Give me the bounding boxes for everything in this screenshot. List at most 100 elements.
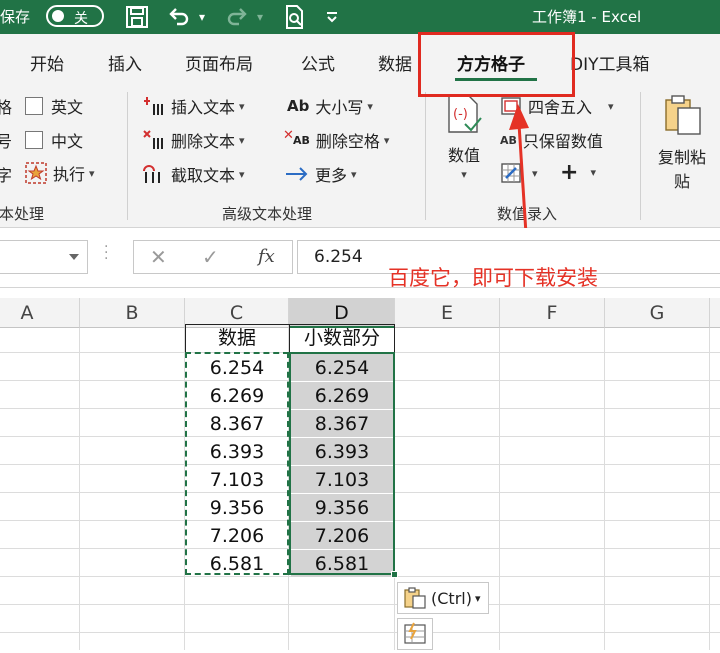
insert-text-button[interactable]: 插入文本 ▾: [143, 94, 245, 118]
column-header-f[interactable]: F: [500, 298, 605, 328]
chevron-down-icon: ▾: [351, 167, 357, 181]
save-icon[interactable]: [122, 3, 152, 31]
case-label: 大小写: [315, 98, 364, 117]
numeric-button[interactable]: (-) 数值 ▾: [445, 94, 483, 181]
group-separator: [640, 92, 641, 220]
autosave-toggle[interactable]: 关: [46, 5, 104, 27]
column-header-a[interactable]: A: [0, 298, 80, 328]
insert-function-icon[interactable]: fx: [258, 246, 275, 267]
plus-button[interactable]: + ▾: [560, 160, 596, 185]
toggle-knob: [52, 10, 64, 22]
grid-line: [0, 632, 720, 633]
fill-handle[interactable]: [391, 571, 398, 578]
tab-insert[interactable]: 插入: [108, 50, 142, 75]
ribbon-panel: 格 号 字 英文 中文 执行 ▾ 文本处理 插入文本 ▾ 删除文本 ▾ 截取: [0, 86, 720, 228]
chevron-down-icon: ▾: [89, 166, 95, 180]
delete-text-button[interactable]: 删除文本 ▾: [143, 128, 245, 152]
column-header-e[interactable]: E: [395, 298, 500, 328]
group-separator: [425, 92, 426, 220]
extract-text-button[interactable]: 截取文本 ▾: [143, 162, 245, 186]
partial-item-1[interactable]: 格: [0, 94, 12, 118]
tab-page-layout[interactable]: 页面布局: [185, 50, 253, 75]
autosave-state: 关: [74, 11, 88, 27]
delete-spaces-label: 删除空格: [315, 132, 380, 151]
delete-text-icon: [143, 129, 165, 151]
more-button[interactable]: 更多 ▾: [285, 162, 357, 186]
partial-item-2[interactable]: 号: [0, 128, 12, 152]
checkbox-chinese-label: 中文: [51, 132, 84, 151]
title-bar: 自动保存 关 ▾ ▾ 工作簿1 - Excel: [0, 0, 720, 34]
column-header-b[interactable]: B: [80, 298, 185, 328]
cancel-icon[interactable]: ✕: [150, 245, 167, 269]
undo-icon[interactable]: [164, 3, 194, 31]
chevron-down-icon: ▾: [461, 168, 467, 181]
formula-value: 6.254: [314, 247, 363, 267]
grid-line: [709, 328, 710, 650]
checkbox-chinese[interactable]: 中文: [25, 128, 83, 152]
insert-text-icon: [143, 95, 165, 117]
insert-text-label: 插入文本: [171, 98, 236, 117]
grid-line: [79, 328, 80, 650]
chevron-down-icon: ▾: [383, 133, 390, 147]
group-label-advanced-text: 高级文本处理: [222, 205, 313, 223]
selection-range: [289, 352, 395, 575]
checkbox-english[interactable]: 英文: [25, 94, 83, 118]
grid-line: [0, 604, 720, 605]
more-label: 更多: [315, 166, 348, 185]
chevron-down-icon: ▾: [474, 591, 481, 605]
delete-spaces-icon-text: AB: [293, 133, 310, 147]
tab-data[interactable]: 数据: [378, 50, 412, 75]
checkbox-box[interactable]: [25, 131, 43, 149]
case-button[interactable]: Ab 大小写 ▾: [287, 94, 373, 118]
copy-paste-label-2: 贴: [674, 172, 691, 191]
grid-line: [499, 328, 500, 650]
delete-spaces-button[interactable]: ✕ AB 删除空格 ▾: [283, 127, 390, 152]
clipboard-icon: [662, 94, 702, 140]
customize-toolbar-icon[interactable]: [322, 3, 342, 31]
tab-formulas[interactable]: 公式: [301, 50, 335, 75]
quick-analysis-button[interactable]: [397, 618, 433, 650]
redo-dropdown-icon: ▾: [256, 10, 264, 24]
checkbox-box[interactable]: [25, 97, 43, 115]
chevron-down-icon: ▾: [239, 133, 245, 147]
svg-text:(-): (-): [453, 107, 468, 122]
document-title: 工作簿1 - Excel: [532, 8, 642, 26]
group-label-text: 文本处理: [0, 205, 45, 223]
numeric-label: 数值: [447, 146, 480, 165]
quick-analysis-icon: [404, 622, 426, 644]
grid-line: [604, 328, 605, 650]
delete-text-label: 删除文本: [171, 132, 236, 151]
formula-bar: · · · ✕ ✓ fx 6.254: [0, 228, 720, 288]
highlight-box: [418, 32, 575, 97]
column-header-g[interactable]: G: [605, 298, 710, 328]
name-box[interactable]: [0, 240, 88, 274]
autosave-label: 自动保存: [0, 8, 31, 26]
redo-icon: [222, 3, 252, 31]
delete-spaces-icon: ✕ AB: [283, 127, 310, 147]
chevron-down-icon: ▾: [590, 166, 596, 179]
undo-dropdown-icon[interactable]: ▾: [195, 3, 209, 31]
partial-item-3[interactable]: 字: [0, 162, 12, 186]
execute-label: 执行: [53, 165, 86, 184]
tab-home[interactable]: 开始: [30, 50, 64, 75]
table-header-decimal[interactable]: 小数部分: [289, 324, 395, 352]
chevron-down-icon: ▾: [239, 167, 245, 181]
column-header-h[interactable]: [710, 298, 720, 328]
execute-icon: [25, 162, 47, 184]
paste-options-button[interactable]: (Ctrl) ▾: [397, 582, 489, 614]
extract-text-label: 截取文本: [171, 166, 236, 185]
confirm-icon[interactable]: ✓: [202, 245, 219, 269]
chevron-down-icon[interactable]: [69, 254, 79, 260]
drag-handle-icon[interactable]: · · ·: [104, 240, 108, 266]
table-header-data[interactable]: 数据: [185, 324, 289, 352]
checkbox-english-label: 英文: [51, 98, 84, 117]
case-icon: Ab: [287, 97, 310, 115]
print-preview-icon[interactable]: [280, 3, 310, 31]
tab-diy-toolbox[interactable]: DIY工具箱: [570, 50, 650, 75]
copy-paste-button[interactable]: 复制粘 贴: [658, 94, 706, 192]
formula-buttons: ✕ ✓ fx: [133, 240, 293, 274]
copy-marquee: [185, 352, 289, 575]
numeric-icon: (-): [445, 94, 483, 138]
execute-button[interactable]: 执行 ▾: [25, 161, 95, 185]
copy-paste-label-1: 复制粘: [658, 148, 707, 167]
